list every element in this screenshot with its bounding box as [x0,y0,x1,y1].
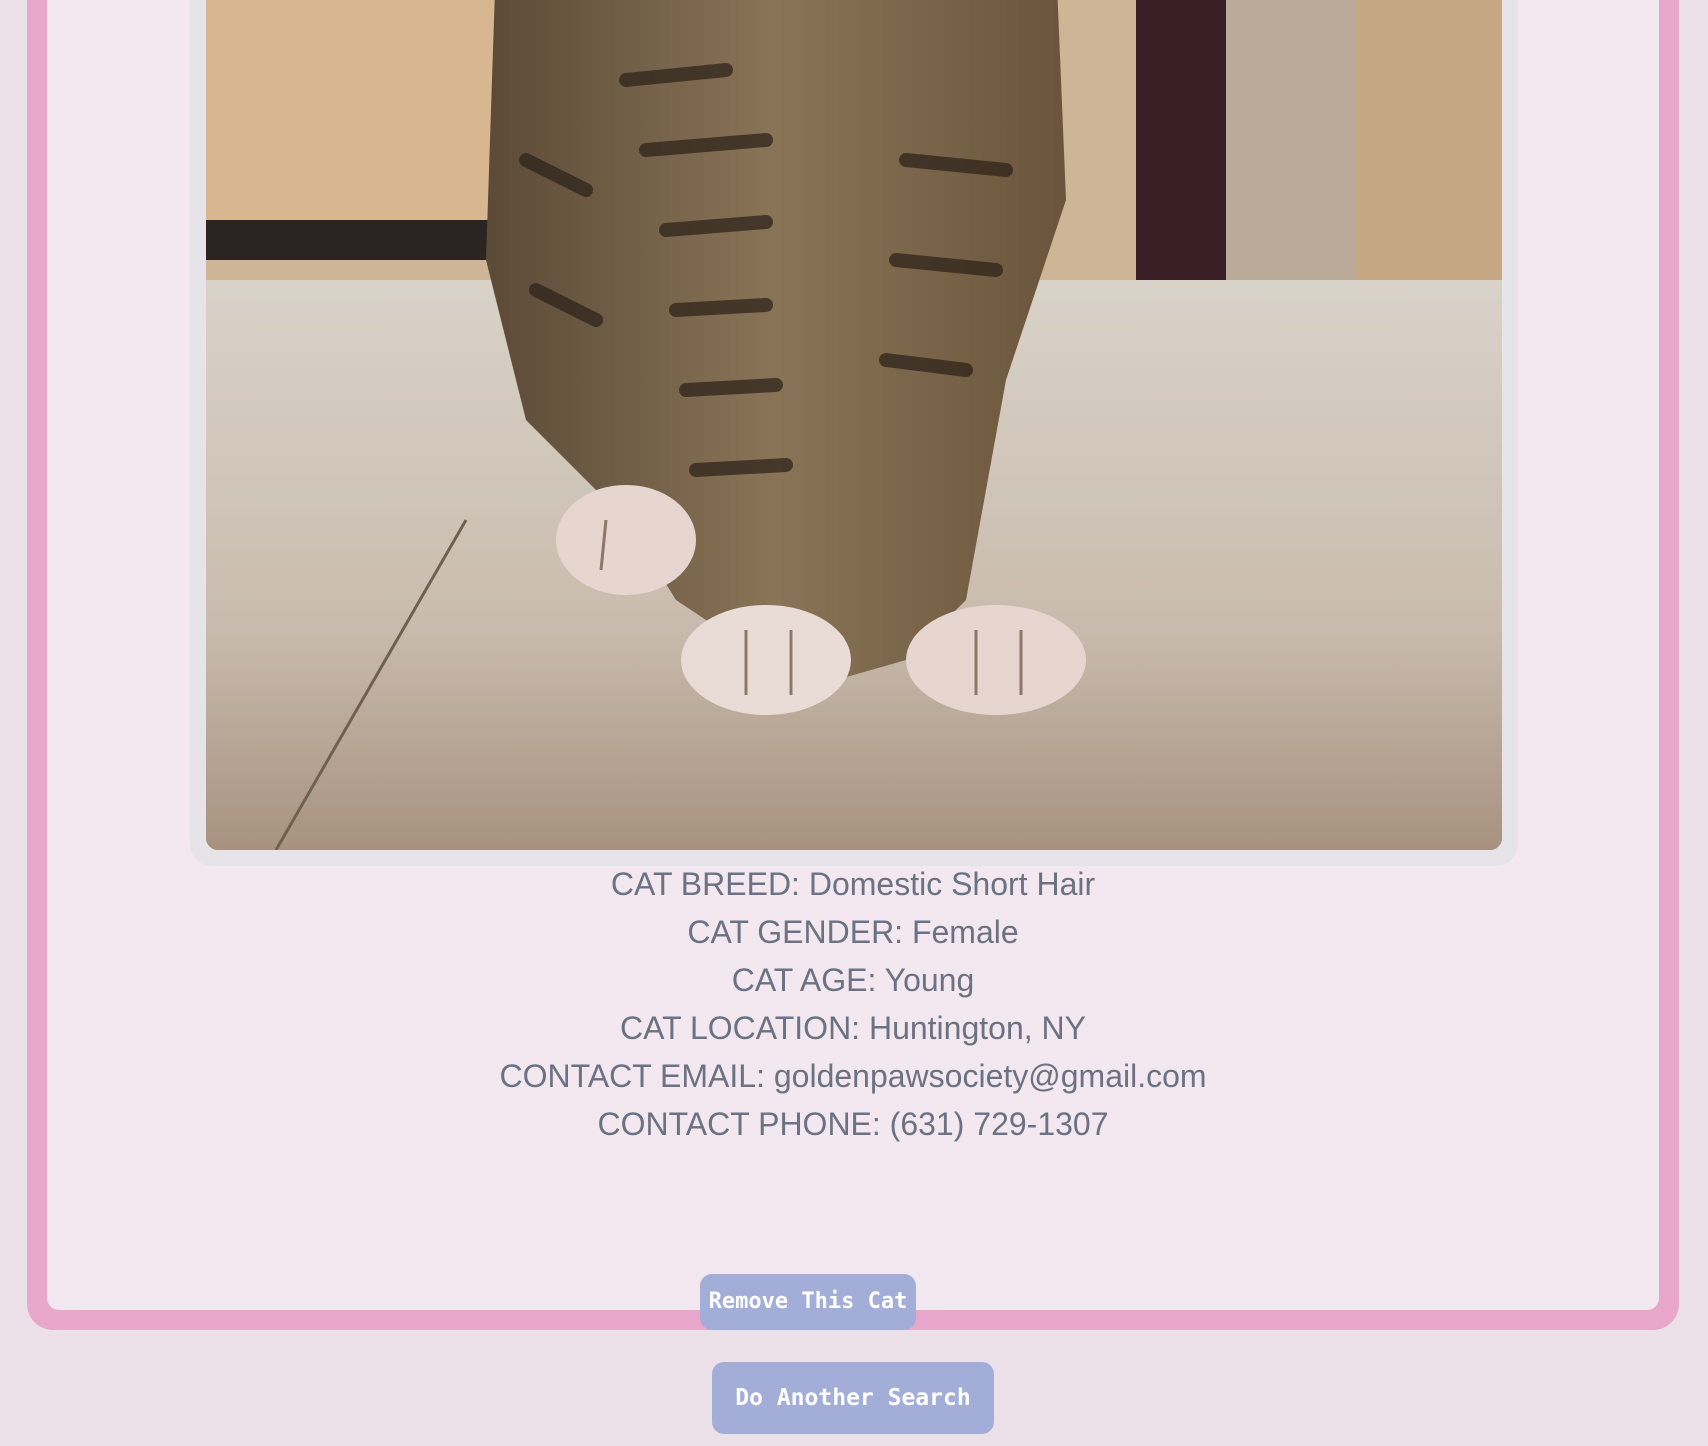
cat-card: CAT BREED: Domestic Short Hair CAT GENDE… [27,0,1679,1330]
cat-photo-frame [190,0,1518,866]
cat-details: CAT BREED: Domestic Short Hair CAT GENDE… [47,860,1659,1148]
cat-gender: CAT GENDER: Female [687,914,1019,950]
cat-location: CAT LOCATION: Huntington, NY [620,1010,1086,1046]
cat-photo [206,0,1502,850]
cat-age: CAT AGE: Young [731,962,975,998]
cat-card-body: CAT BREED: Domestic Short Hair CAT GENDE… [47,0,1659,1310]
do-another-search-button[interactable]: Do Another Search [712,1362,994,1434]
contact-phone: CONTACT PHONE: (631) 729-1307 [597,1106,1109,1142]
remove-cat-button[interactable]: Remove This Cat [700,1274,916,1330]
contact-email: CONTACT EMAIL: goldenpawsociety@gmail.co… [499,1058,1207,1094]
cat-breed: CAT BREED: Domestic Short Hair [610,866,1096,902]
